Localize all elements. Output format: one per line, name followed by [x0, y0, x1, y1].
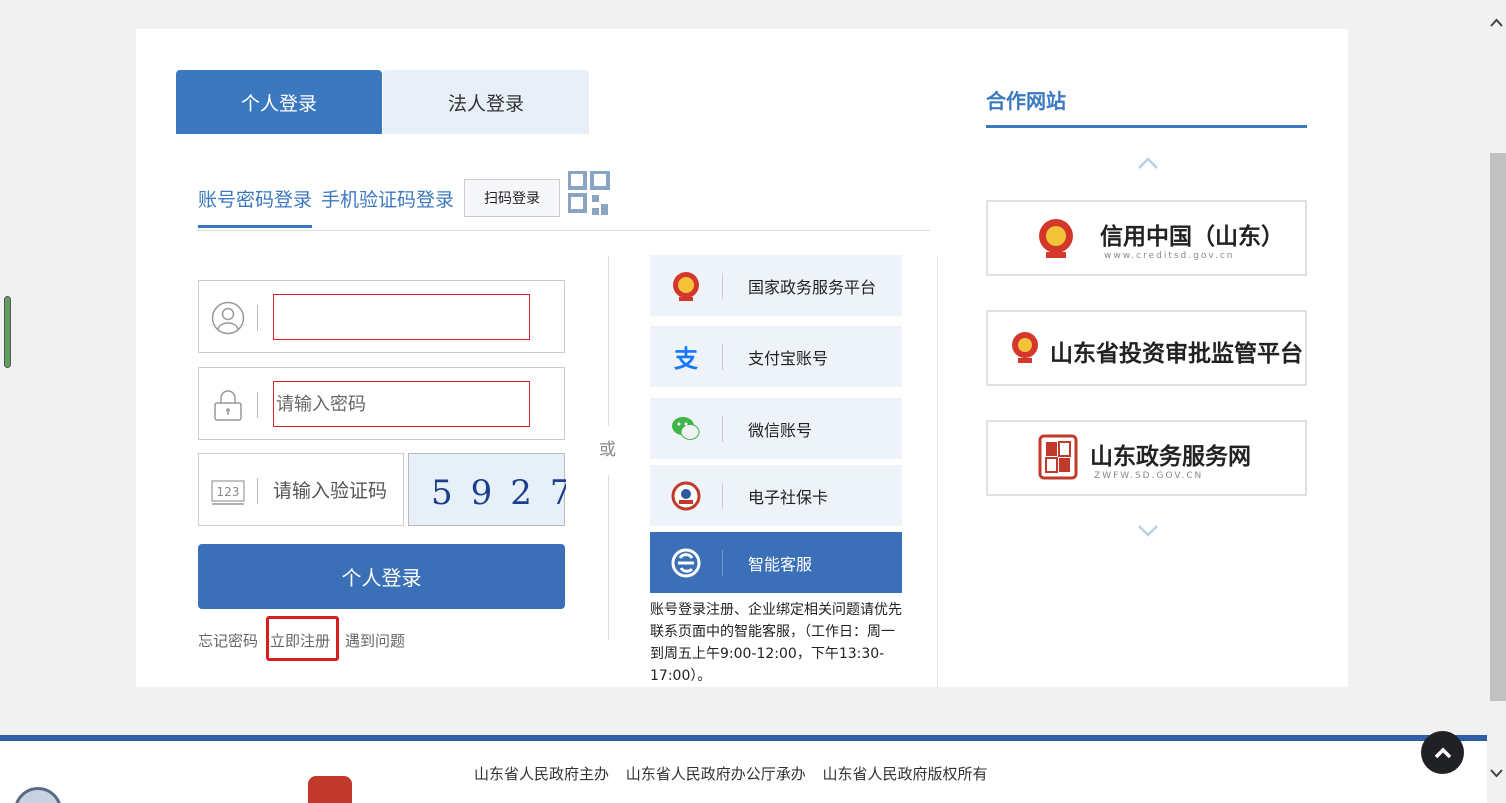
divider-line-right [937, 256, 938, 687]
chevron-up-icon[interactable] [1136, 155, 1160, 171]
footer-emblem-icon [308, 776, 352, 803]
partner-sites-title: 合作网站 [986, 89, 1066, 113]
wechat-login[interactable]: 微信账号 [650, 398, 902, 459]
national-emblem-icon [673, 271, 699, 301]
customer-service-icon [671, 548, 701, 577]
problem-link[interactable]: 遇到问题 [345, 630, 405, 651]
login-method-tabs: 账号密码登录 手机验证码登录 扫码登录 [198, 169, 930, 231]
national-emblem-icon [1012, 332, 1038, 363]
partner-name: 信用中国（山东） [1100, 223, 1284, 250]
seal-logo-icon [1038, 434, 1078, 480]
forgot-password-link[interactable]: 忘记密码 [198, 630, 258, 651]
social-security-card-icon [671, 481, 701, 510]
field-separator [257, 478, 258, 504]
partner-investment-platform[interactable]: 山东省投资审批监管平台 [986, 310, 1307, 386]
partner-shandong-gov-service[interactable]: 山东政务服务网 ZWFW.SD.GOV.CN [986, 420, 1307, 496]
gov-platform-login[interactable]: 国家政务服务平台 [650, 255, 902, 316]
scroll-down-arrow-icon[interactable] [1490, 768, 1503, 778]
qr-code-icon[interactable] [568, 171, 610, 217]
wechat-icon [672, 416, 700, 440]
captcha-text: 5927 [431, 473, 566, 513]
partner-url: www.creditsd.gov.cn [1104, 251, 1235, 261]
verification-code-field[interactable]: 123 请输入验证码 [198, 453, 404, 526]
field-separator [257, 305, 258, 331]
scan-login-button[interactable]: 扫码登录 [464, 179, 560, 217]
footer-badge-icon [14, 787, 62, 803]
social-security-card-label: 电子社保卡 [748, 487, 829, 507]
or-label: 或 [599, 440, 616, 460]
scroll-up-arrow-icon[interactable] [1490, 18, 1503, 28]
alipay-icon: 支 [674, 345, 698, 373]
code-123-icon: 123 [211, 480, 245, 505]
chevron-down-icon[interactable] [1136, 523, 1160, 539]
customer-service-label: 智能客服 [748, 554, 813, 574]
verification-code-placeholder: 请输入验证码 [273, 480, 388, 502]
service-note: 账号登录注册、企业绑定相关问题请优先联系页面中的智能客服，（工作日：周一到周五上… [650, 602, 902, 684]
wechat-label: 微信账号 [748, 420, 813, 440]
footer-copyright: 山东省人民政府主办 山东省人民政府办公厅承办 山东省人民政府版权所有 [474, 765, 988, 783]
national-emblem-icon [1039, 219, 1073, 258]
password-input[interactable] [273, 381, 530, 427]
footer: 山东省人民政府主办 山东省人民政府办公厅承办 山东省人民政府版权所有 [0, 741, 1490, 803]
scrollbar-thumb[interactable] [1490, 153, 1506, 701]
username-input[interactable] [273, 294, 530, 340]
alipay-label: 支付宝账号 [748, 348, 829, 368]
username-field [198, 280, 565, 353]
divider-line-top [608, 256, 609, 426]
tab-legal-login[interactable]: 法人登录 [383, 70, 589, 134]
partner-name: 山东省投资审批监管平台 [1050, 340, 1303, 367]
lock-icon [214, 390, 242, 421]
tab-personal-login[interactable]: 个人登录 [176, 70, 382, 134]
register-highlight-box [266, 616, 339, 661]
partner-credit-china[interactable]: 信用中国（山东） www.creditsd.gov.cn [986, 200, 1307, 276]
partner-url: ZWFW.SD.GOV.CN [1094, 471, 1204, 481]
password-field [198, 367, 565, 440]
back-to-top-button[interactable] [1421, 731, 1464, 774]
login-card: 个人登录 法人登录 账号密码登录 手机验证码登录 扫码登录 123 请输入验证码… [136, 29, 1348, 687]
gov-platform-label: 国家政务服务平台 [748, 277, 877, 297]
field-separator [257, 392, 258, 418]
chevron-up-icon [1434, 747, 1451, 758]
code-icon-text: 123 [217, 485, 240, 499]
side-drag-handle[interactable] [4, 296, 11, 368]
captcha-image[interactable]: 5927 [408, 453, 572, 526]
alipay-login[interactable]: 支 支付宝账号 [650, 326, 902, 387]
partner-title-underline [986, 125, 1307, 128]
partner-name: 山东政务服务网 [1090, 443, 1251, 470]
divider-line-bottom [608, 475, 609, 640]
personal-login-button[interactable]: 个人登录 [198, 544, 565, 609]
smart-customer-service[interactable]: 智能客服 [650, 532, 902, 593]
tab-phone-code[interactable]: 手机验证码登录 [321, 185, 454, 212]
user-icon [211, 301, 245, 335]
social-security-card-login[interactable]: 电子社保卡 [650, 465, 902, 526]
tab-account-password[interactable]: 账号密码登录 [198, 185, 313, 228]
